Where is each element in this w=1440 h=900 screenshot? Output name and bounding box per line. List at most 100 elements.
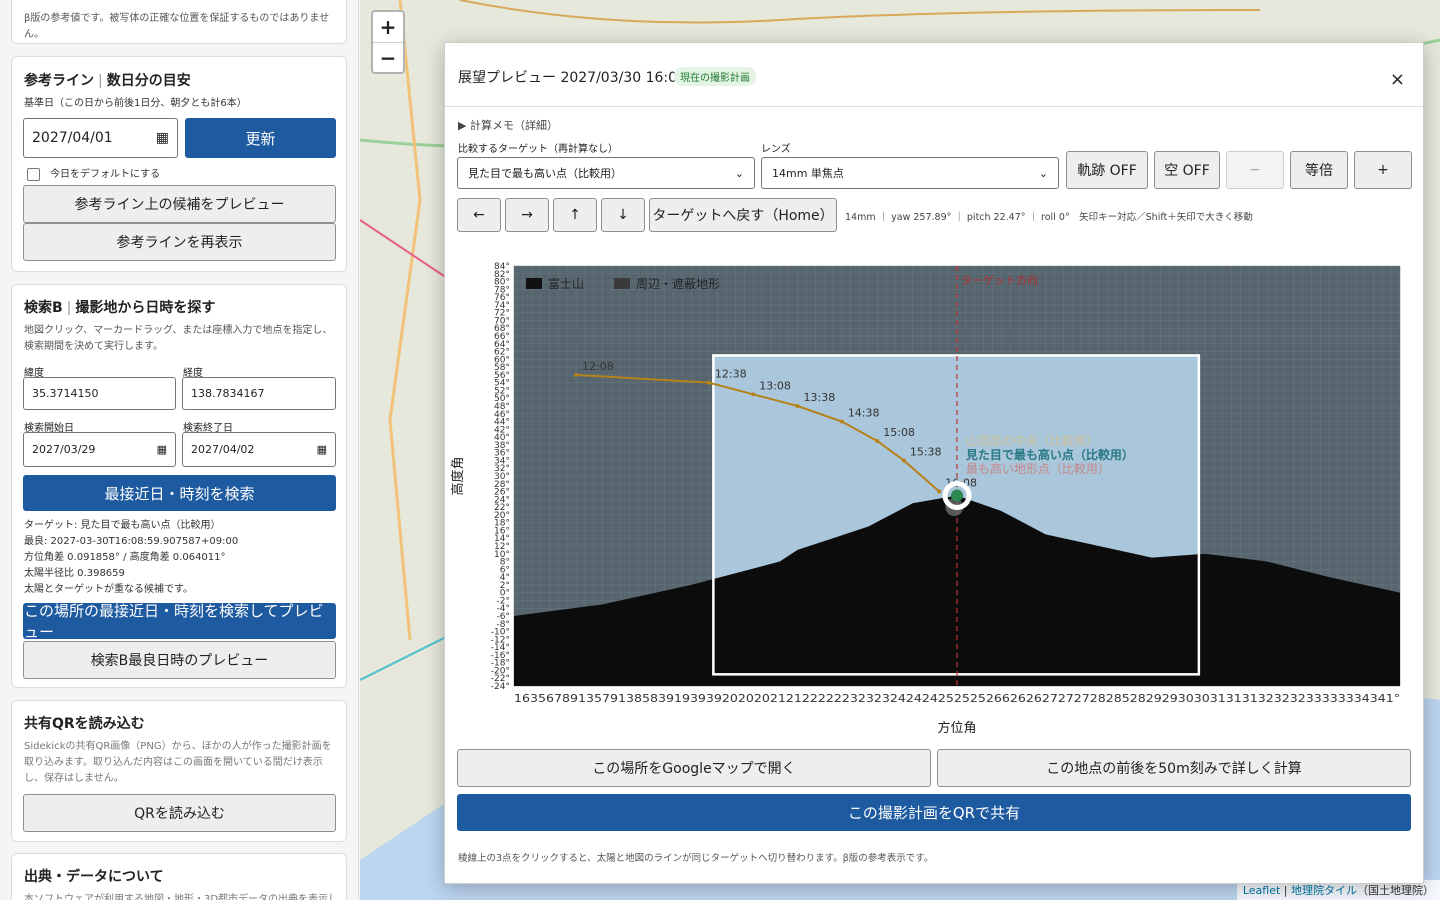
sun-path-point (937, 489, 942, 494)
chevron-down-icon: ⌄ (734, 166, 744, 180)
sun-path-point (901, 458, 906, 463)
redisplay-ref-line-button[interactable]: 参考ラインを再表示 (23, 223, 336, 261)
share-qr-button[interactable]: この撮影計画をQRで共有 (457, 794, 1411, 831)
sun-path-point (574, 372, 579, 377)
qr-title: 共有QRを読み込む (24, 716, 145, 732)
result-line: 方位角差 0.091858° / 高度角差 0.064011° (24, 552, 226, 563)
target-direction-label: ターゲット方向 (961, 273, 1038, 287)
sun-path-point (875, 439, 880, 443)
zoom-in-button[interactable]: + (373, 12, 403, 42)
sources-title: 出典・データについて (24, 869, 164, 885)
home-button[interactable]: ターゲットへ戻す（Home） (649, 198, 837, 232)
target-select-value: 見た目で最も高い点（比較用） (468, 167, 622, 180)
result-line: 太陽半径比 0.398659 (24, 568, 125, 579)
start-date-input[interactable]: 2027/03/29 ▦ (23, 432, 176, 467)
zoom-control: + − (371, 10, 405, 74)
target-label: 見た目で最も高い点（比較用） (965, 447, 1134, 462)
target-point (951, 489, 963, 502)
lens-label: レンズ (761, 144, 791, 155)
lat-input[interactable]: 35.3714150 (23, 377, 176, 410)
target-label: 山頂部の中央（比較用） (966, 433, 1098, 448)
search-b-desc: 地図クリック、マーカードラッグ、または座標入力で地点を指定し、検索期間を決めて実… (24, 325, 333, 352)
pan-left-button[interactable]: ← (457, 198, 501, 232)
legend-label: 富士山 (548, 276, 584, 291)
calendar-icon[interactable]: ▦ (156, 130, 169, 146)
modal-title: 展望プレビュー 2027/03/30 16:08 (458, 70, 686, 86)
preview-candidates-button[interactable]: 参考ライン上の候補をプレビュー (23, 185, 336, 223)
chevron-down-icon: ⌄ (1038, 166, 1048, 180)
update-button[interactable]: 更新 (185, 118, 336, 158)
end-date-value: 2027/04/02 (191, 443, 255, 456)
sun-time-label: 15:08 (883, 426, 915, 439)
best-preview-button[interactable]: 検索B最良日時のプレビュー (23, 641, 336, 679)
sidebar: β版の参考値です。被写体の正確な位置を保証するものではありません。 参考ライン |… (0, 0, 359, 900)
sun-path-point (751, 392, 756, 397)
legend-swatch (526, 278, 542, 289)
qr-desc: Sidekickの共有QR画像（PNG）から、ほかの人が作った撮影計画を取り込み… (24, 741, 332, 784)
modal-header: 展望プレビュー 2027/03/30 16:08 現在の撮影計画 × (445, 43, 1423, 107)
panorama-chart[interactable]: ターゲット方向 12:08 12:38 13:08 13:38 14:3815:08 15:… (450, 260, 1410, 750)
y-axis-label: 高度角 (450, 456, 466, 495)
zoom-in-button[interactable]: + (1354, 151, 1412, 189)
start-date-value: 2027/03/29 (32, 443, 96, 456)
default-today-label: 今日をデフォルトにする (50, 169, 161, 180)
modal-footer-note: 稜線上の3点をクリックすると、太陽と地図のラインが同じターゲットへ切り替わります… (458, 853, 934, 864)
sun-time-label: 12:08 (582, 360, 614, 373)
actual-size-button[interactable]: 等倍 (1290, 151, 1348, 189)
search-b-title-main: 検索B (24, 300, 63, 316)
open-google-maps-button[interactable]: この場所をGoogleマップで開く (457, 749, 931, 787)
sun-time-label: 13:38 (804, 391, 836, 404)
search-b-title-sub: 撮影地から日時を探す (75, 300, 216, 316)
sun-time-label: 15:38 (910, 445, 942, 458)
camera-status: 14mm ｜ yaw 257.89° ｜ pitch 22.47° ｜ roll… (845, 212, 1253, 223)
lens-select[interactable]: 14mm 単焦点 ⌄ (761, 157, 1059, 189)
default-today-checkbox[interactable] (27, 168, 40, 181)
result-line: 太陽とターゲットが重なる候補です。 (24, 584, 193, 595)
attribution-sep: | (1280, 884, 1291, 897)
current-plan-badge: 現在の撮影計画 (674, 67, 756, 86)
base-date-input[interactable]: 2027/04/01 ▦ (23, 118, 178, 158)
gsi-tiles-link[interactable]: 地理院タイル (1291, 884, 1357, 897)
target-select[interactable]: 見た目で最も高い点（比較用） ⌄ (457, 157, 755, 189)
legend-label: 周辺・遮蔽地形 (636, 276, 720, 291)
calendar-icon[interactable]: ▦ (157, 443, 167, 456)
search-b-title: 検索B | 撮影地から日時を探す (24, 300, 216, 316)
lens-select-value: 14mm 単焦点 (772, 167, 844, 180)
pan-down-button[interactable]: ↓ (601, 198, 645, 232)
pan-up-button[interactable]: ↑ (553, 198, 597, 232)
calendar-icon[interactable]: ▦ (317, 443, 327, 456)
x-tick-labels: 1635678913579138583919393920202021212222… (514, 693, 1400, 705)
end-date-input[interactable]: 2027/04/02 ▦ (182, 432, 336, 467)
sun-path-point (839, 419, 844, 424)
lon-input[interactable]: 138.7834167 (182, 377, 336, 410)
zoom-out-button[interactable]: − (1226, 151, 1284, 189)
sky-toggle-button[interactable]: 空 OFF (1154, 151, 1220, 189)
sun-time-label: 13:08 (759, 379, 791, 392)
track-toggle-button[interactable]: 軌跡 OFF (1066, 151, 1148, 189)
notice-card: β版の参考値です。被写体の正確な位置を保証するものではありません。 (11, 0, 347, 44)
sun-path-point (795, 404, 800, 408)
result-line: 最良: 2027-03-30T16:08:59.907587+09:00 (24, 536, 239, 547)
sources-card: 出典・データについて 本ソフトウェアが利用する地図・地形・3D都市データの出典を… (11, 853, 347, 900)
ref-line-subtitle: 基準日（この日から前後1日分、朝夕とも計6本） (24, 98, 247, 109)
target-label: 最も高い地形点（比較用） (966, 461, 1110, 476)
detail-calc-button[interactable]: この地点の前後を50m刻みで詳しく計算 (937, 749, 1411, 787)
search-and-preview-button[interactable]: この場所の最接近日・時刻を検索してプレビュー (23, 602, 336, 641)
leaflet-link[interactable]: Leaflet (1243, 884, 1280, 897)
ref-line-title: 参考ライン | 数日分の目安 (24, 73, 191, 89)
search-closest-button[interactable]: 最接近日・時刻を検索 (23, 475, 336, 511)
pan-right-button[interactable]: → (505, 198, 549, 232)
search-b-card: 検索B | 撮影地から日時を探す 地図クリック、マーカードラッグ、または座標入力で地… (11, 284, 347, 688)
load-qr-button[interactable]: QRを読み込む (23, 794, 336, 832)
close-button[interactable]: × (1390, 69, 1405, 90)
result-line: ターゲット: 見た目で最も高い点（比較用） (24, 520, 221, 531)
sources-desc: 本ソフトウェアが利用する地図・地形・3D都市データの出典を表示しま (24, 894, 336, 900)
top-note: β版の参考値です。被写体の正確な位置を保証するものではありません。 (24, 13, 330, 40)
calc-memo-toggle[interactable]: ▶ 計算メモ（詳細） (458, 117, 558, 133)
qr-card: 共有QRを読み込む Sidekickの共有QR画像（PNG）から、ほかの人が作っ… (11, 700, 347, 842)
attribution-org: （国土地理院） (1357, 884, 1434, 897)
ref-line-title-sub: 数日分の目安 (106, 73, 191, 89)
sun-time-label: 12:38 (715, 368, 747, 381)
zoom-out-button[interactable]: − (373, 42, 403, 72)
ref-line-title-main: 参考ライン (24, 73, 94, 89)
